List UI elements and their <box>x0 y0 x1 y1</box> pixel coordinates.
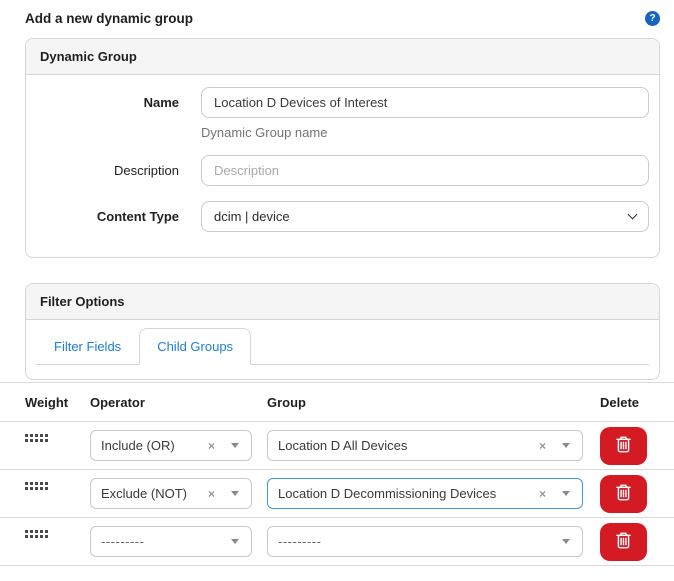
group-cell: Location D All Devices × <box>267 430 600 461</box>
content-type-select[interactable]: dcim | device <box>201 201 649 232</box>
column-header-group: Group <box>267 394 306 410</box>
name-field-row: Name Dynamic Group name <box>26 87 649 140</box>
group-select[interactable]: Location D All Devices × <box>267 430 583 461</box>
tab-filter-fields[interactable]: Filter Fields <box>36 328 139 365</box>
filter-options-panel: Filter Options Filter Fields Child Group… <box>25 283 660 380</box>
clear-icon[interactable]: × <box>208 440 215 452</box>
weight-cell <box>25 422 90 437</box>
dropdown-caret-icon <box>231 539 239 544</box>
dynamic-group-panel: Dynamic Group Name Dynamic Group name De… <box>25 38 660 258</box>
name-input[interactable] <box>201 87 649 118</box>
column-header-operator: Operator <box>90 394 145 410</box>
filter-options-panel-title: Filter Options <box>26 284 659 320</box>
filter-options-tabs-area: Filter Fields Child Groups <box>26 320 659 379</box>
child-groups-table-header: Weight Operator Group Delete <box>0 383 674 422</box>
operator-cell: Exclude (NOT) × <box>90 478 267 509</box>
child-group-row: --------- --------- <box>0 518 674 566</box>
operator-select[interactable]: --------- <box>90 526 252 557</box>
delete-cell <box>600 474 672 513</box>
content-type-field-row: Content Type dcim | device <box>26 201 649 232</box>
description-input[interactable] <box>201 155 649 186</box>
tab-bar: Filter Fields Child Groups <box>36 328 649 365</box>
trash-icon <box>616 532 631 552</box>
drag-handle-icon[interactable] <box>25 434 28 437</box>
drag-handle-icon[interactable] <box>25 530 28 533</box>
dropdown-caret-icon <box>562 443 570 448</box>
dynamic-group-panel-body: Name Dynamic Group name Description Cont… <box>26 75 659 257</box>
page-title: Add a new dynamic group <box>25 11 194 26</box>
delete-cell <box>600 522 672 561</box>
dropdown-caret-icon <box>231 491 239 496</box>
delete-row-button[interactable] <box>600 474 647 513</box>
column-header-weight: Weight <box>25 394 69 410</box>
trash-icon <box>616 484 631 504</box>
dynamic-group-panel-title: Dynamic Group <box>26 39 659 75</box>
operator-cell: --------- <box>90 526 267 557</box>
help-icon[interactable]: ? <box>645 11 660 26</box>
operator-select[interactable]: Exclude (NOT) × <box>90 478 252 509</box>
name-help-text: Dynamic Group name <box>201 125 328 140</box>
page-header: Add a new dynamic group ? <box>0 0 674 38</box>
delete-cell <box>600 426 672 465</box>
clear-icon[interactable]: × <box>539 440 546 452</box>
group-select[interactable]: --------- <box>267 526 583 557</box>
operator-cell: Include (OR) × <box>90 430 267 461</box>
description-control <box>201 155 649 186</box>
dropdown-caret-icon <box>231 443 239 448</box>
drag-handle-icon[interactable] <box>25 482 28 485</box>
content-type-label: Content Type <box>96 209 179 224</box>
clear-icon[interactable]: × <box>208 488 215 500</box>
weight-cell <box>25 518 90 533</box>
clear-icon[interactable]: × <box>539 488 546 500</box>
dropdown-caret-icon <box>562 491 570 496</box>
group-cell: --------- <box>267 526 600 557</box>
description-field-row: Description <box>26 155 649 186</box>
name-control: Dynamic Group name <box>201 87 649 140</box>
group-cell: Location D Decommissioning Devices × <box>267 478 600 509</box>
child-groups-table: Weight Operator Group Delete Include (OR… <box>0 382 674 566</box>
weight-cell <box>25 470 90 485</box>
child-group-row: Include (OR) × Location D All Devices × <box>0 422 674 470</box>
description-label: Description <box>113 163 179 178</box>
column-header-delete: Delete <box>600 394 640 410</box>
operator-select[interactable]: Include (OR) × <box>90 430 252 461</box>
delete-row-button[interactable] <box>600 426 647 465</box>
name-label: Name <box>143 95 179 110</box>
content-type-control: dcim | device <box>201 201 649 232</box>
group-select[interactable]: Location D Decommissioning Devices × <box>267 478 583 509</box>
dropdown-caret-icon <box>562 539 570 544</box>
trash-icon <box>616 436 631 456</box>
delete-row-button[interactable] <box>600 522 647 561</box>
child-group-row: Exclude (NOT) × Location D Decommissioni… <box>0 470 674 518</box>
tab-child-groups[interactable]: Child Groups <box>139 328 252 365</box>
